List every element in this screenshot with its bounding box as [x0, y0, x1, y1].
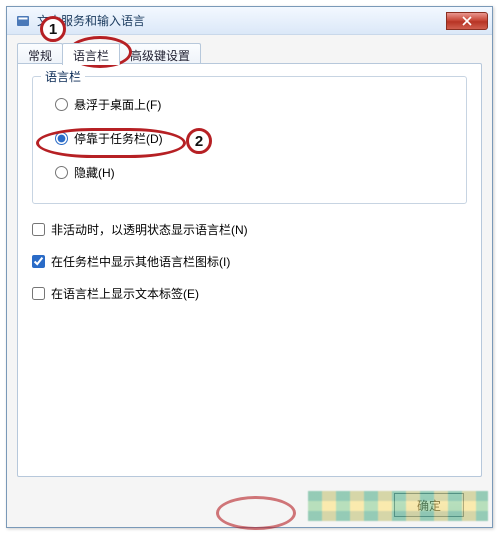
radio-docked-input[interactable]	[55, 132, 68, 145]
app-icon	[15, 13, 31, 29]
check-transparent-label: 非活动时，以透明状态显示语言栏(N)	[51, 221, 248, 238]
check-text-labels[interactable]: 在语言栏上显示文本标签(E)	[32, 284, 467, 302]
radio-float[interactable]: 悬浮于桌面上(F)	[55, 95, 161, 113]
radio-hidden-label: 隐藏(H)	[74, 164, 115, 181]
dialog-window: 文本服务和输入语言 常规 语言栏 高级键设置 语言栏 悬浮于桌面上(F) 停靠于…	[6, 6, 493, 528]
radio-hidden[interactable]: 隐藏(H)	[55, 163, 115, 181]
check-transparent-input[interactable]	[32, 223, 45, 236]
group-language-bar: 语言栏 悬浮于桌面上(F) 停靠于任务栏(D) 隐藏(H)	[32, 76, 467, 204]
close-button[interactable]	[446, 12, 488, 30]
titlebar[interactable]: 文本服务和输入语言	[7, 7, 492, 35]
check-extra-icons[interactable]: 在任务栏中显示其他语言栏图标(I)	[32, 252, 467, 270]
radio-hidden-input[interactable]	[55, 166, 68, 179]
radio-docked-label: 停靠于任务栏(D)	[74, 130, 163, 147]
dialog-body: 常规 语言栏 高级键设置 语言栏 悬浮于桌面上(F) 停靠于任务栏(D) 隐藏(…	[17, 43, 482, 477]
tab-language-bar[interactable]: 语言栏	[62, 43, 120, 65]
checkbox-section: 非活动时，以透明状态显示语言栏(N) 在任务栏中显示其他语言栏图标(I) 在语言…	[32, 220, 467, 316]
radio-float-label: 悬浮于桌面上(F)	[74, 96, 161, 113]
check-text-labels-label: 在语言栏上显示文本标签(E)	[51, 285, 199, 302]
tab-panel-language-bar: 语言栏 悬浮于桌面上(F) 停靠于任务栏(D) 隐藏(H) 非活动时，以透	[17, 63, 482, 477]
tab-general[interactable]: 常规	[17, 43, 63, 64]
ok-button[interactable]: 确定	[394, 493, 464, 517]
check-text-labels-input[interactable]	[32, 287, 45, 300]
check-transparent[interactable]: 非活动时，以透明状态显示语言栏(N)	[32, 220, 467, 238]
check-extra-icons-input[interactable]	[32, 255, 45, 268]
window-buttons	[446, 12, 488, 30]
radio-float-input[interactable]	[55, 98, 68, 111]
radio-docked[interactable]: 停靠于任务栏(D)	[55, 129, 163, 147]
group-legend: 语言栏	[41, 68, 85, 85]
tab-strip: 常规 语言栏 高级键设置	[17, 43, 200, 64]
check-extra-icons-label: 在任务栏中显示其他语言栏图标(I)	[51, 253, 230, 270]
tab-advanced[interactable]: 高级键设置	[119, 43, 201, 64]
dialog-footer: 确定	[7, 483, 492, 527]
window-title: 文本服务和输入语言	[37, 12, 446, 29]
